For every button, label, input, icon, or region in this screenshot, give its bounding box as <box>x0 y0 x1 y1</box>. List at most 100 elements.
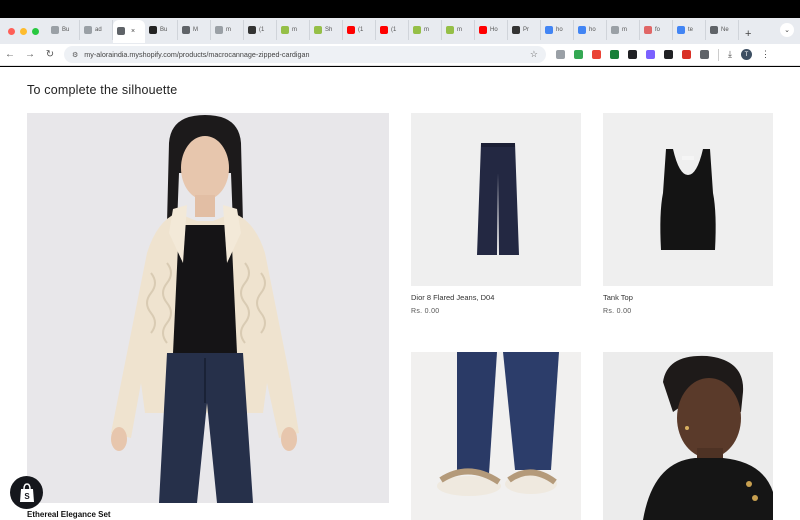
bookmark-star-icon[interactable]: ☆ <box>530 49 538 60</box>
reload-button[interactable]: ↻ <box>40 49 60 60</box>
browser-tab[interactable]: Sh <box>310 19 343 40</box>
tab-label: m <box>226 26 231 33</box>
shopify-badge-button[interactable]: S <box>10 476 43 509</box>
page-content: To complete the silhouette Dior 8 Flared… <box>0 67 800 520</box>
extension-icon[interactable] <box>610 50 619 59</box>
tab-favicon-icon <box>84 25 92 34</box>
tab-search-button[interactable]: ⌄ <box>780 23 794 37</box>
browser-tab[interactable]: m <box>409 19 442 40</box>
tab-label: Ne <box>721 26 729 33</box>
site-settings-icon[interactable]: ⚙ <box>72 51 78 59</box>
extension-icon[interactable] <box>628 50 637 59</box>
hero-product-name[interactable]: Ethereal Elegance Set <box>27 510 111 519</box>
browser-tab[interactable]: fo <box>640 19 673 40</box>
tab-close-icon[interactable]: × <box>131 28 135 35</box>
extension-icon[interactable] <box>700 50 709 59</box>
tab-label: (1 <box>259 26 265 33</box>
maximize-window-button[interactable] <box>32 28 39 35</box>
tab-label: ad <box>95 26 102 33</box>
product-name[interactable]: Dior 8 Flared Jeans, D04 <box>411 293 494 302</box>
tab-favicon-icon <box>512 25 520 34</box>
tab-label: (1 <box>391 26 397 33</box>
tab-favicon-icon <box>611 25 619 34</box>
tab-active[interactable]: × <box>113 19 145 43</box>
tab-favicon-icon <box>347 25 355 34</box>
profile-avatar[interactable]: T <box>740 49 752 60</box>
browser-tab[interactable]: Bu <box>145 19 178 40</box>
tab-label: m <box>622 26 627 33</box>
browser-tab[interactable]: (1 <box>376 19 409 40</box>
tab-favicon-icon <box>281 25 289 34</box>
browser-tab[interactable]: (1 <box>343 19 376 40</box>
shopify-bag-icon: S <box>19 482 34 502</box>
product-image-jeans-sneakers[interactable] <box>411 352 581 520</box>
browser-tab[interactable]: m <box>211 19 244 40</box>
tab-label: Bu <box>62 26 70 33</box>
toolbar-divider <box>718 48 719 61</box>
tab-favicon-icon <box>314 25 322 34</box>
minimize-window-button[interactable] <box>20 28 27 35</box>
extension-icon[interactable] <box>682 50 691 59</box>
browser-tab[interactable]: Ne <box>706 19 739 40</box>
extension-icon[interactable] <box>646 50 655 59</box>
new-tab-button[interactable]: + <box>739 28 757 44</box>
browser-tab[interactable]: te <box>673 19 706 40</box>
browser-tab[interactable]: (1 <box>244 19 277 40</box>
window-controls <box>0 28 47 44</box>
browser-tab[interactable]: ad <box>80 19 113 40</box>
tab-favicon-icon <box>149 25 157 34</box>
address-bar[interactable]: ⚙ my-aloraindia.myshopify.com/products/m… <box>64 46 546 63</box>
browser-menu-icon[interactable]: ⋮ <box>761 49 770 60</box>
product-image-jeans[interactable] <box>411 113 581 286</box>
extension-icon[interactable] <box>664 50 673 59</box>
tab-label: fo <box>655 26 661 33</box>
tab-favicon-icon <box>380 25 388 34</box>
browser-tab[interactable]: ho <box>574 19 607 40</box>
model-portrait-illustration <box>603 352 773 520</box>
tab-label: Pr <box>523 26 529 33</box>
browser-tab[interactable]: Ho <box>475 19 508 40</box>
forward-button[interactable]: → <box>20 49 40 60</box>
tab-label: Sh <box>325 26 333 33</box>
tab-label: Ho <box>490 26 498 33</box>
tab-list: Bu ad × Bu Mm (1 m Sh (1 (1 m m Ho Pr ho ho m fo te Ne <box>47 18 739 44</box>
browser-tab[interactable]: m <box>442 19 475 40</box>
extension-icon[interactable] <box>574 50 583 59</box>
product-name[interactable]: Tank Top <box>603 293 633 302</box>
downloads-icon[interactable]: ⤓ <box>728 49 732 60</box>
tab-label: ho <box>589 26 596 33</box>
browser-toolbar: ← → ↻ ⚙ my-aloraindia.myshopify.com/prod… <box>0 44 800 66</box>
product-price: Rs. 0.00 <box>603 308 632 315</box>
product-image-tank-top[interactable] <box>603 113 773 286</box>
tab-favicon-icon <box>479 25 487 34</box>
tab-label: Bu <box>160 26 168 33</box>
tab-favicon-icon <box>248 25 256 34</box>
extension-icon[interactable] <box>556 50 565 59</box>
tab-favicon-icon <box>215 25 223 34</box>
flared-jeans-illustration <box>411 113 581 286</box>
jeans-with-sneakers-illustration <box>411 352 581 520</box>
tab-favicon-icon <box>413 25 421 34</box>
browser-tab[interactable]: ho <box>541 19 574 40</box>
hero-product-image[interactable] <box>27 113 389 503</box>
svg-text:S: S <box>24 492 30 501</box>
close-window-button[interactable] <box>8 28 15 35</box>
browser-tab[interactable]: m <box>277 19 310 40</box>
tab-favicon-icon <box>117 27 125 35</box>
browser-tab[interactable]: m <box>607 19 640 40</box>
tab-favicon-icon <box>710 25 718 34</box>
back-button[interactable]: ← <box>0 49 20 60</box>
tab-label: (1 <box>358 26 364 33</box>
tab-label: te <box>688 26 694 33</box>
browser-tab[interactable]: Pr <box>508 19 541 40</box>
browser-tab[interactable]: M <box>178 19 211 40</box>
browser-tab[interactable]: Bu <box>47 19 80 40</box>
extension-icon[interactable] <box>592 50 601 59</box>
model-in-cardigan-illustration <box>27 113 389 503</box>
product-image-portrait[interactable] <box>603 352 773 520</box>
url-text[interactable]: my-aloraindia.myshopify.com/products/mac… <box>84 50 530 59</box>
tab-favicon-icon <box>545 25 553 34</box>
tab-favicon-icon <box>644 25 652 34</box>
tab-label: m <box>424 26 429 33</box>
screen-top-bar <box>0 0 800 18</box>
